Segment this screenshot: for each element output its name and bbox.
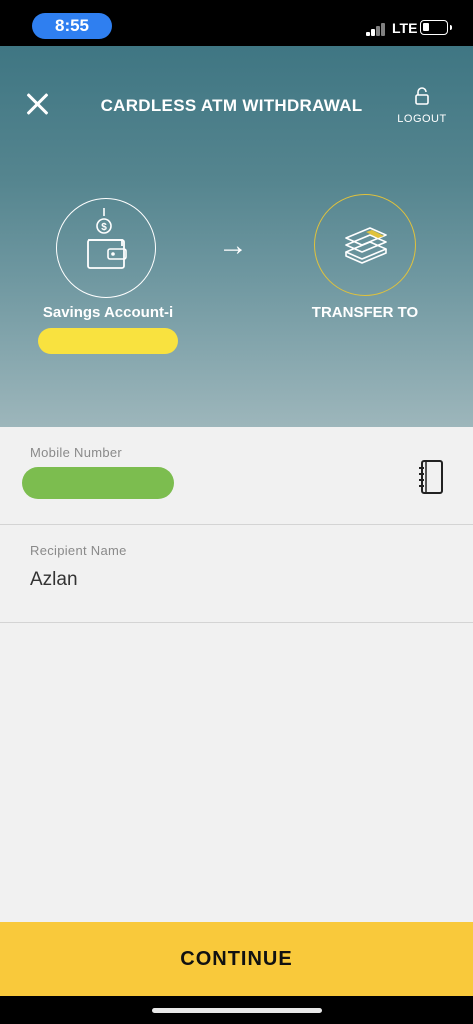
arrow-right-icon: → — [218, 229, 248, 262]
home-indicator[interactable] — [152, 1008, 322, 1013]
recipient-name-label: Recipient Name — [30, 543, 127, 558]
lock-icon — [415, 87, 429, 105]
from-account-label: Savings Account-i — [42, 304, 174, 321]
transfer-to-label: TRANSFER TO — [311, 304, 419, 321]
svg-text:$: $ — [101, 222, 107, 233]
battery-level — [423, 23, 429, 31]
transfer-form: Mobile Number Recipient Name Azlan — [0, 427, 473, 623]
status-time: 8:55 — [32, 13, 112, 39]
transfer-to-circle[interactable] — [314, 194, 416, 296]
wallet-icon: $ — [86, 207, 127, 269]
contacts-book-icon[interactable] — [416, 459, 446, 495]
status-bar: 8:55 LTE — [0, 0, 473, 46]
recipient-name-field[interactable]: Recipient Name Azlan — [0, 525, 473, 623]
mobile-number-label: Mobile Number — [30, 445, 123, 460]
account-number-redaction — [38, 328, 178, 354]
continue-button[interactable]: CONTINUE — [0, 922, 473, 996]
logout-label: LOGOUT — [397, 113, 447, 125]
signal-icon — [366, 22, 388, 36]
mobile-number-field[interactable]: Mobile Number — [0, 427, 473, 525]
recipient-name-value: Azlan — [30, 569, 78, 590]
logout-button[interactable]: LOGOUT — [392, 86, 452, 125]
money-stack-icon — [344, 226, 387, 264]
from-account-circle[interactable]: $ — [56, 198, 156, 298]
home-bar — [0, 996, 473, 1024]
mobile-number-redaction — [22, 467, 174, 499]
network-label: LTE — [392, 20, 418, 36]
battery-icon — [420, 20, 452, 35]
transfer-header: CARDLESS ATM WITHDRAWAL LOGOUT $ → Savin… — [0, 46, 473, 427]
